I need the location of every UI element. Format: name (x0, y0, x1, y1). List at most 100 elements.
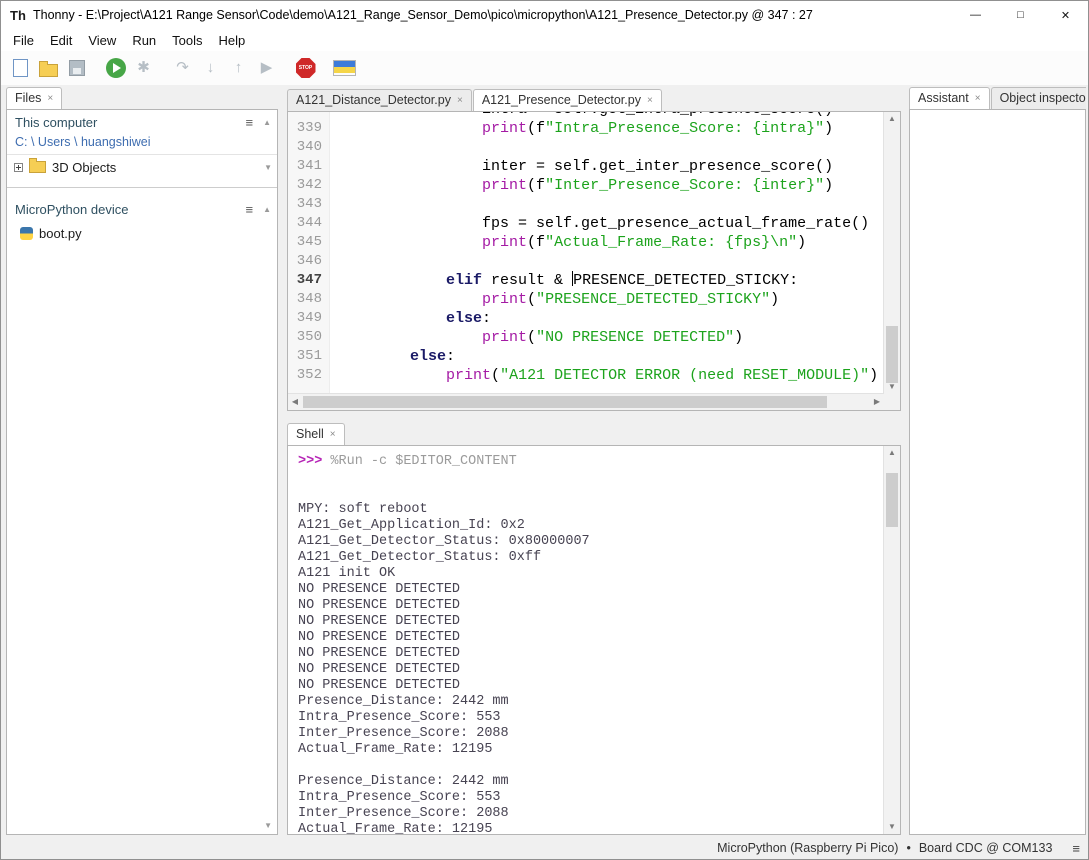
close-icon[interactable]: × (975, 93, 981, 104)
step-into-icon: ↓ (207, 59, 215, 77)
shell-prompt-line[interactable]: >>> %Run -c $EDITOR_CONTENT (298, 454, 884, 470)
step-over-button[interactable]: ↷ (169, 55, 196, 82)
line-number: 347 (288, 271, 322, 290)
code-line[interactable]: fps = self.get_presence_actual_frame_rat… (338, 214, 878, 233)
code-token: ( (527, 291, 536, 308)
editor-tabrow: A121_Distance_Detector.py×A121_Presence_… (287, 87, 901, 111)
code-line[interactable]: inter = self.get_inter_presence_score() (338, 157, 878, 176)
tab-object-inspector[interactable]: Object inspector× (991, 87, 1086, 109)
save-file-button[interactable] (63, 55, 90, 82)
tab-a121-presence-detector-py[interactable]: A121_Presence_Detector.py× (473, 89, 662, 111)
resume-button[interactable]: ▶ (253, 55, 280, 82)
code-line[interactable] (338, 195, 878, 214)
debug-script-button[interactable]: ✱ (130, 55, 157, 82)
line-number: 344 (288, 214, 322, 233)
maximize-button[interactable]: □ (998, 1, 1043, 29)
scroll-up-icon[interactable]: ▲ (884, 112, 900, 126)
scroll-up-icon[interactable]: ▲ (884, 446, 900, 460)
scrollbar-thumb[interactable] (886, 473, 898, 527)
code-token: inter = self.get_inter_presence_score() (338, 158, 833, 175)
ukraine-flag-icon (333, 60, 356, 76)
shell-output[interactable]: >>> %Run -c $EDITOR_CONTENT MPY: soft re… (288, 446, 884, 834)
computer-path[interactable]: C: \ Users \ huangshiwei (7, 134, 277, 155)
statusbar-menu-icon[interactable]: ≡ (1072, 841, 1080, 856)
code-line[interactable]: else: (338, 347, 878, 366)
code-line[interactable] (338, 252, 878, 271)
this-computer-header[interactable]: This computer ≡ ▲ (7, 110, 277, 134)
new-file-icon (13, 59, 28, 77)
menu-item-file[interactable]: File (5, 31, 42, 50)
scroll-down-icon[interactable]: ▼ (884, 820, 900, 834)
code-token: : (446, 348, 455, 365)
scrollbar-thumb[interactable] (886, 326, 898, 382)
step-out-button[interactable]: ↑ (225, 55, 252, 82)
close-icon[interactable]: × (47, 93, 53, 104)
close-icon[interactable]: × (330, 429, 336, 440)
step-into-button[interactable]: ↓ (197, 55, 224, 82)
editor-view[interactable]: 3383393403413423433443453463473483493503… (288, 112, 884, 394)
code-line[interactable] (338, 138, 878, 157)
menu-item-help[interactable]: Help (211, 31, 254, 50)
port-selector[interactable]: Board CDC @ COM133 (919, 841, 1053, 855)
menu-item-tools[interactable]: Tools (164, 31, 210, 50)
shell-output-line: Presence_Distance: 2442 mm (298, 694, 884, 710)
flag-yellow-stripe (334, 67, 355, 73)
code-line[interactable]: print(f"Inter_Presence_Score: {inter}") (338, 176, 878, 195)
run-script-button[interactable] (102, 55, 129, 82)
code-line[interactable]: intra = self.get_intra_presence_score() (338, 112, 878, 119)
tab-shell[interactable]: Shell × (287, 423, 345, 445)
code-token: print (482, 177, 527, 194)
tab-assistant[interactable]: Assistant× (909, 87, 990, 109)
menu-item-edit[interactable]: Edit (42, 31, 80, 50)
device-menu-icon[interactable]: ≡ (245, 202, 253, 217)
code-line[interactable]: print(f"Intra_Presence_Score: {intra}") (338, 119, 878, 138)
titlebar[interactable]: Th Thonny - E:\Project\A121 Range Sensor… (1, 1, 1088, 29)
assistant-body (909, 109, 1086, 835)
ukraine-flag-button[interactable] (331, 55, 358, 82)
code-line[interactable]: print("PRESENCE_DETECTED_STICKY") (338, 290, 878, 309)
close-button[interactable]: ✕ (1043, 1, 1088, 29)
shell-output-line (298, 758, 884, 774)
scroll-left-icon[interactable]: ◀ (288, 394, 302, 410)
files-menu-icon[interactable]: ≡ (245, 115, 253, 130)
close-icon[interactable]: × (647, 95, 653, 106)
code-line[interactable]: print("NO PRESENCE DETECTED") (338, 328, 878, 347)
close-icon[interactable]: × (457, 95, 463, 106)
scroll-down-icon[interactable]: ▼ (264, 821, 272, 830)
code-token: (f (527, 177, 545, 194)
scroll-down-icon[interactable]: ▼ (264, 163, 272, 172)
scroll-right-icon[interactable]: ▶ (870, 394, 884, 410)
code-line[interactable]: print(f"Actual_Frame_Rate: {fps}\n") (338, 233, 878, 252)
menu-item-run[interactable]: Run (124, 31, 164, 50)
code-line[interactable]: else: (338, 309, 878, 328)
editor-horizontal-scrollbar[interactable]: ◀ ▶ (288, 393, 884, 410)
micropython-device-header[interactable]: MicroPython device ≡ ▲ (7, 197, 277, 221)
tab-files-label: Files (15, 91, 41, 105)
new-file-button[interactable] (7, 55, 34, 82)
scroll-up-icon[interactable]: ▲ (263, 118, 271, 127)
file-item-boot-py[interactable]: boot.py (7, 221, 277, 245)
code-token: result & (482, 272, 572, 289)
stop-button[interactable]: STOP (292, 55, 319, 82)
code-line[interactable]: elif result & PRESENCE_DETECTED_STICKY: (338, 271, 878, 290)
editor-vertical-scrollbar[interactable]: ▲ ▼ (883, 112, 900, 394)
code-line[interactable]: print("A121 DETECTOR ERROR (need RESET_M… (338, 366, 878, 385)
open-file-button[interactable] (35, 55, 62, 82)
scroll-down-icon[interactable]: ▼ (884, 380, 900, 394)
shell-vertical-scrollbar[interactable]: ▲ ▼ (883, 446, 900, 834)
code-area[interactable]: intra = self.get_intra_presence_score() … (330, 112, 878, 394)
tab-files[interactable]: Files × (6, 87, 62, 109)
menu-item-view[interactable]: View (80, 31, 124, 50)
expand-icon[interactable] (14, 163, 23, 172)
tab-label: A121_Distance_Detector.py (296, 93, 451, 107)
folder-item-3d-objects[interactable]: 3D Objects ▼ (7, 155, 277, 179)
tab-a121-distance-detector-py[interactable]: A121_Distance_Detector.py × (287, 89, 472, 111)
open-folder-icon (39, 64, 58, 77)
interpreter-selector[interactable]: MicroPython (Raspberry Pi Pico) (717, 841, 898, 855)
code-token: ) (824, 177, 833, 194)
files-splitter[interactable] (7, 187, 277, 188)
toolbar: ✱ ↷ ↓ ↑▶ STOP (1, 51, 1088, 85)
scrollbar-thumb[interactable] (303, 396, 827, 408)
minimize-button[interactable]: — (953, 1, 998, 29)
scroll-up-icon[interactable]: ▲ (263, 205, 271, 214)
